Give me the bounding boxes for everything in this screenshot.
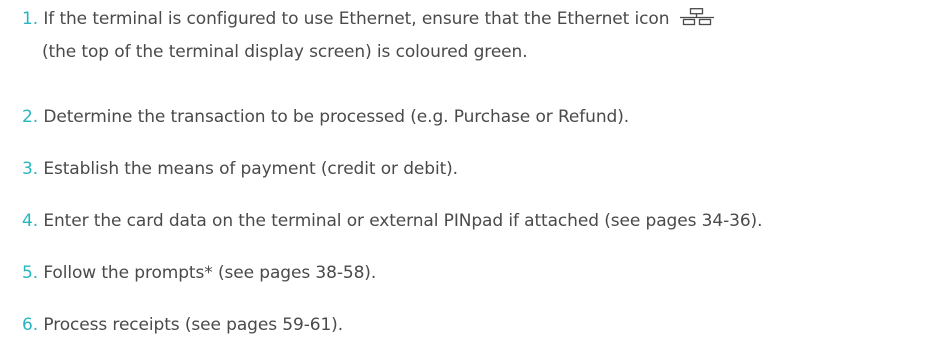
- step-text-continued: (the top of the terminal display screen)…: [42, 42, 528, 62]
- step-number: 6.: [22, 315, 39, 335]
- step-text: If the terminal is configured to use Eth…: [43, 9, 670, 29]
- step-2: 2. Determine the transaction to be proce…: [22, 102, 629, 133]
- step-text: Establish the means of payment (credit o…: [43, 159, 458, 179]
- step-text: Determine the transaction to be processe…: [43, 107, 630, 127]
- step-text: Follow the prompts* (see pages 38-58).: [43, 263, 377, 283]
- step-number: 5.: [22, 263, 39, 283]
- step-number: 4.: [22, 211, 39, 231]
- step-1: 1. If the terminal is configured to use …: [22, 4, 714, 68]
- step-text: Enter the card data on the terminal or e…: [43, 211, 763, 231]
- step-6: 6. Process receipts (see pages 59-61).: [22, 310, 343, 341]
- step-number: 2.: [22, 107, 39, 127]
- ethernet-icon: [679, 6, 714, 37]
- step-text: Process receipts (see pages 59-61).: [43, 315, 344, 335]
- step-3: 3. Establish the means of payment (credi…: [22, 154, 458, 185]
- step-number: 1.: [22, 9, 39, 29]
- step-4: 4. Enter the card data on the terminal o…: [22, 206, 762, 237]
- step-5: 5. Follow the prompts* (see pages 38-58)…: [22, 258, 376, 289]
- step-number: 3.: [22, 159, 39, 179]
